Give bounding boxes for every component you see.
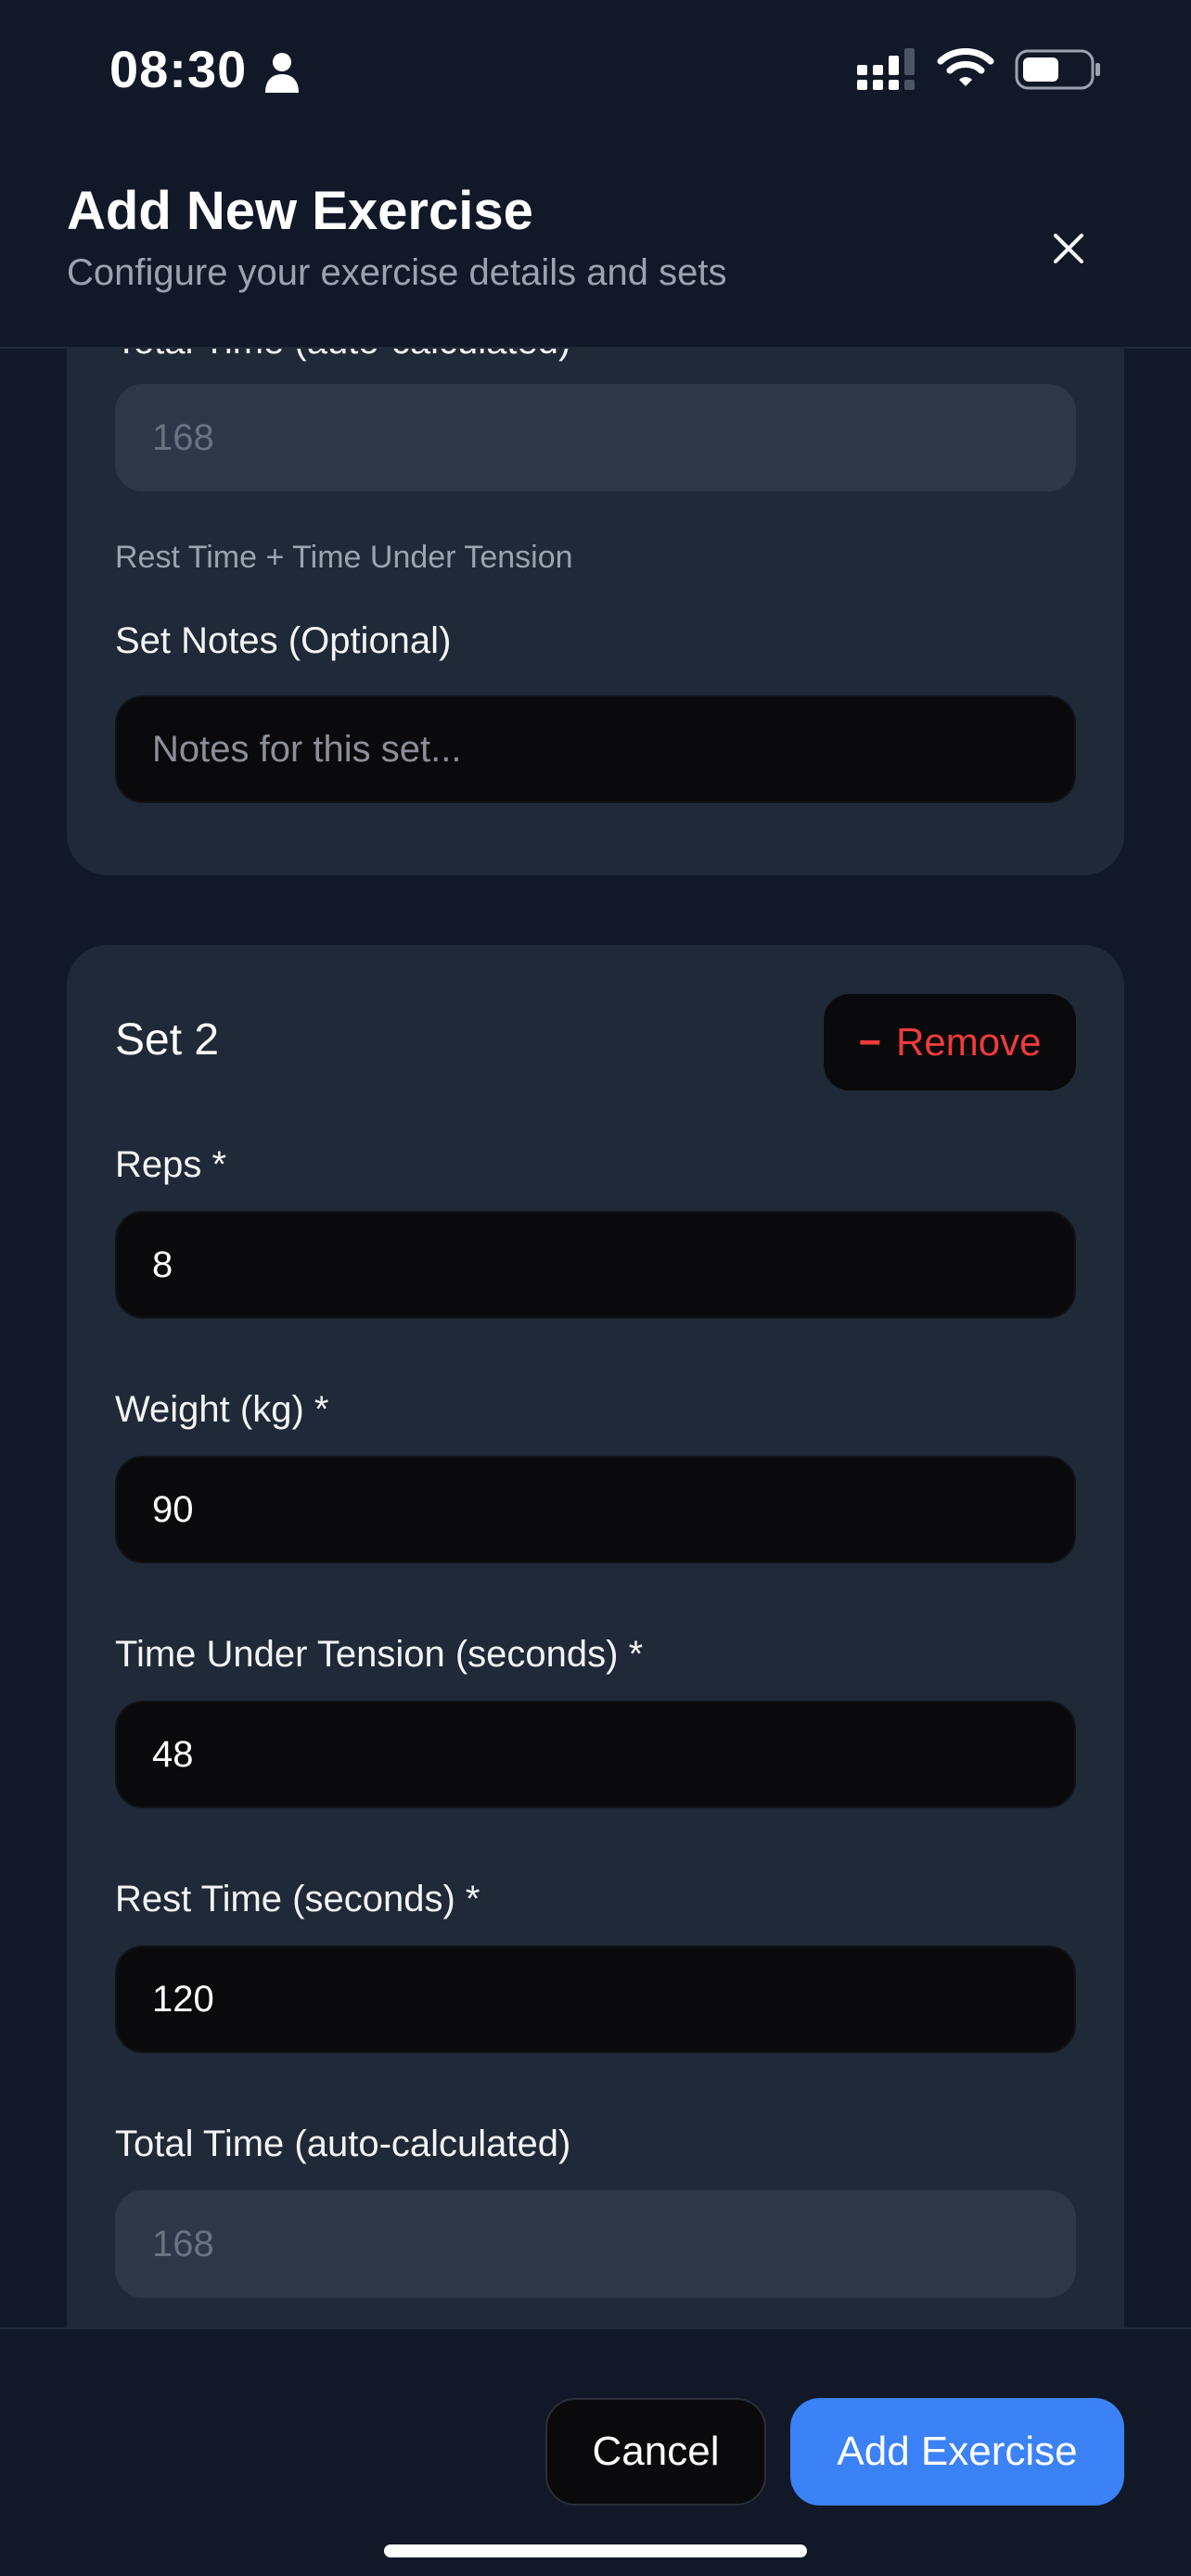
status-bar: 08:30 [0,0,1191,148]
weight-label: Weight (kg) * [115,1389,329,1430]
tut-field[interactable] [115,1701,1076,1808]
set-notes-field[interactable] [115,695,1076,803]
status-time: 08:30 [109,40,248,98]
reps-field[interactable] [115,1211,1076,1319]
total-time-hint: Rest Time + Time Under Tension [115,540,573,575]
modal-title: Add New Exercise [67,181,533,241]
reps-label: Reps * [115,1144,227,1185]
signal-icon [857,48,915,90]
person-icon [265,53,299,93]
set-card-1: Total Time (auto-calculated) Rest Time +… [67,349,1124,875]
set-notes-label: Set Notes (Optional) [115,620,452,661]
minus-icon: − [858,1020,882,1064]
total-time-field[interactable] [115,384,1076,491]
scroll-content[interactable]: Total Time (auto-calculated) Rest Time +… [0,349,1191,2327]
total-time-label: Total Time (auto-calculated) [115,349,570,363]
rest-time-field[interactable] [115,1945,1076,2053]
modal-subtitle: Configure your exercise details and sets [67,252,727,293]
wifi-icon [937,48,994,86]
cancel-button[interactable]: Cancel [545,2398,766,2506]
home-indicator [384,2544,807,2557]
close-icon [1054,234,1083,263]
battery-icon [1015,49,1100,90]
modal-header: Add New Exercise Configure your exercise… [0,148,1191,349]
tut-label: Time Under Tension (seconds) * [115,1634,644,1675]
remove-label: Remove [896,1020,1042,1064]
set-card-2: Set 2 − Remove Reps * Weight (kg) * Time… [67,945,1124,2327]
set-title: Set 2 [115,1015,220,1065]
total-time-field-2[interactable] [115,2190,1076,2298]
total-time-label-2: Total Time (auto-calculated) [115,2123,571,2164]
weight-field[interactable] [115,1456,1076,1563]
close-button[interactable] [1033,213,1104,284]
remove-set-button[interactable]: − Remove [824,994,1076,1090]
add-exercise-button[interactable]: Add Exercise [790,2398,1124,2506]
modal-footer: Cancel Add Exercise [0,2327,1191,2576]
rest-time-label: Rest Time (seconds) * [115,1879,480,1919]
